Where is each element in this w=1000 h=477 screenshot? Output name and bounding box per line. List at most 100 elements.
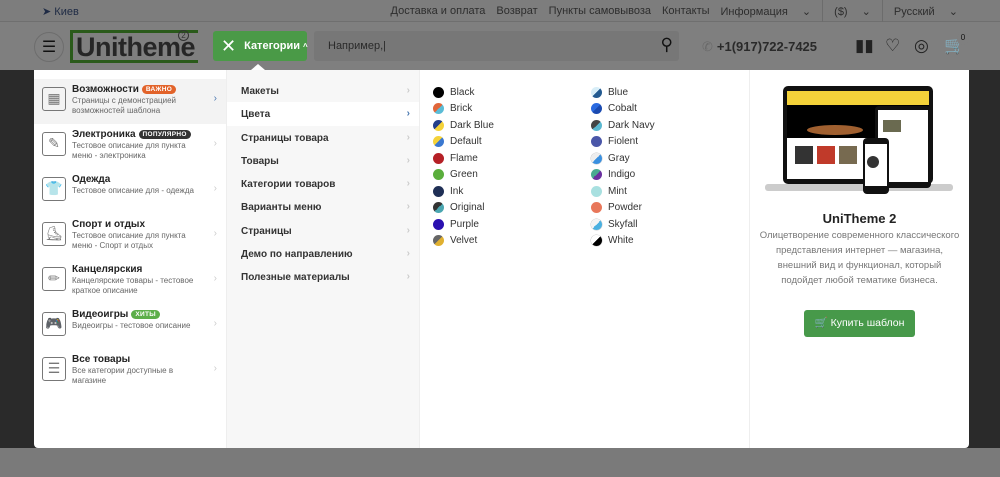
currency-selector[interactable]: ($) ⌄ [834,5,871,18]
chevron-right-icon: › [406,271,410,283]
color-scheme-link[interactable]: Black [433,84,591,101]
language-label: Русский [893,5,935,18]
subcategory-item[interactable]: Полезные материалы › [227,265,419,288]
tshirt-icon: 👕 [42,177,66,201]
color-scheme-link[interactable]: Fiolent [591,134,749,151]
color-scheme-link[interactable]: Default [433,134,591,151]
category-title-text: Все товары [72,354,131,365]
color-swatch-icon [591,235,602,247]
color-scheme-link[interactable]: Original [433,200,591,217]
location-arrow-icon: ➤ [42,6,52,18]
color-name: Dark Blue [450,119,494,131]
color-swatch-icon [591,202,602,214]
subcategory-item[interactable]: Категории товаров › [227,172,419,195]
category-item[interactable]: 🎮 Видеоигры ХИТЫ Видеоигры - тестовое опи… [34,304,226,349]
color-name: Indigo [608,169,636,181]
subcategory-item[interactable]: Цвета › [227,102,419,126]
colors-column-left: Black Brick Dark Blue Default Flame Green Ink O… [433,84,591,448]
category-item[interactable]: 👕 Одежда Тестовое описание для - одежда … [34,169,226,214]
color-scheme-link[interactable]: Green [433,167,591,184]
color-name: Gray [608,152,630,164]
color-name: Brick [450,103,473,115]
category-title: Возможности ВАЖНО [72,84,226,95]
category-list: ▦ Возможности ВАЖНО Страницы с демонстрац… [34,70,227,448]
category-description: Тестовое описание для пункта меню - элек… [72,141,186,160]
color-name: Blue [608,86,629,98]
color-name: Original [450,202,485,214]
color-scheme-link[interactable]: Brick [433,101,591,118]
color-scheme-link[interactable]: Powder [591,200,749,217]
electronics-icon: ✎ [42,132,66,156]
category-title: Спорт и отдых [72,219,226,230]
category-item[interactable]: ⛸ Спорт и отдых Тестовое описание для пу… [34,214,226,259]
top-bar: ➤ Киев Доставка и оплата Возврат Пункты … [0,0,1000,22]
color-swatch-icon [591,169,602,181]
category-description: Страницы с демонстрацией возможностей ша… [72,96,177,115]
color-swatch-icon [433,103,444,115]
category-badge: ПОПУЛЯРНО [138,130,191,139]
language-selector[interactable]: Русский ⌄ [894,5,958,18]
category-item[interactable]: ▦ Возможности ВАЖНО Страницы с демонстрац… [34,79,226,124]
divider [881,0,883,22]
color-scheme-link[interactable]: Mint [591,183,749,200]
color-swatch-icon [433,136,444,148]
city-selector[interactable]: ➤ Киев [42,5,79,18]
color-scheme-link[interactable]: Dark Navy [591,117,749,134]
color-scheme-link[interactable]: Dark Blue [433,117,591,134]
color-name: Green [450,169,478,181]
buy-label: Купить шаблон [830,317,905,329]
color-scheme-link[interactable]: Ink [433,183,591,200]
category-description: Тестовое описание для - одежда [72,186,194,195]
subcategory-item[interactable]: Страницы › [227,219,419,242]
color-scheme-link[interactable]: Blue [591,84,749,101]
phone-number[interactable]: ✆ +1(917)722-7425 [702,39,817,55]
subcategory-item[interactable]: Страницы товара › [227,126,419,149]
link-info[interactable]: Информация ⌄ [721,5,812,18]
phone-label: +1(917)722-7425 [716,39,818,54]
color-name: Cobalt [608,103,637,115]
chevron-right-icon: › [213,93,217,104]
category-badge: ХИТЫ [131,310,160,319]
link-delivery[interactable]: Доставка и оплата [391,5,486,17]
heart-icon[interactable]: ♡ [885,36,900,56]
search-icon[interactable]: ⚲ [661,35,673,55]
subcategory-item[interactable]: Макеты › [227,79,419,102]
category-title-text: Канцелярския [72,264,143,275]
color-scheme-link[interactable]: Skyfall [591,216,749,233]
subcategory-item[interactable]: Товары › [227,149,419,172]
hamburger-menu-button[interactable]: ☰ [34,32,64,62]
categories-button[interactable]: ✕ Категории ^ [213,31,308,61]
category-item[interactable]: ☰ Все товары Все категории доступные в м… [34,349,226,394]
subcategory-label: Страницы товара [241,132,329,144]
color-scheme-link[interactable]: Velvet [433,233,591,250]
subcategory-item[interactable]: Варианты меню › [227,195,419,218]
chevron-right-icon: › [406,131,410,143]
subcategory-item[interactable]: Демо по направлению › [227,242,419,265]
link-returns[interactable]: Возврат [496,5,537,17]
color-scheme-link[interactable]: White [591,233,749,250]
link-pickup[interactable]: Пункты самовывоза [549,5,651,17]
color-swatch-icon [591,103,602,115]
chevron-right-icon: › [406,201,410,213]
category-description: Тестовое описание для пункта меню - Спор… [72,231,186,250]
chevron-right-icon: › [406,108,410,120]
search-input[interactable]: Например,| ⚲ [314,31,679,61]
color-scheme-link[interactable]: Purple [433,216,591,233]
chevron-right-icon: › [406,154,410,166]
user-icon[interactable]: ◎ [914,36,929,56]
buy-template-button[interactable]: 🛒 Купить шаблон [804,310,915,337]
color-scheme-link[interactable]: Cobalt [591,101,749,118]
devices-preview-image [765,86,953,194]
pencil-icon: ✏ [42,267,66,291]
color-swatch-icon [591,152,602,164]
colors-column-right: Blue Cobalt Dark Navy Fiolent Gray Indigo Mint… [591,84,749,448]
logo-version-badge: 2 [178,30,189,41]
color-scheme-link[interactable]: Gray [591,150,749,167]
category-item[interactable]: ✎ Электроника ПОПУЛЯРНО Тестовое описание… [34,124,226,169]
compare-icon[interactable]: ▮▮ [855,36,874,56]
color-scheme-link[interactable]: Flame [433,150,591,167]
color-scheme-link[interactable]: Indigo [591,167,749,184]
color-name: Fiolent [608,136,639,148]
link-contacts[interactable]: Контакты [662,5,710,17]
category-item[interactable]: ✏ Канцелярския Канцелярские товары - тес… [34,259,226,304]
